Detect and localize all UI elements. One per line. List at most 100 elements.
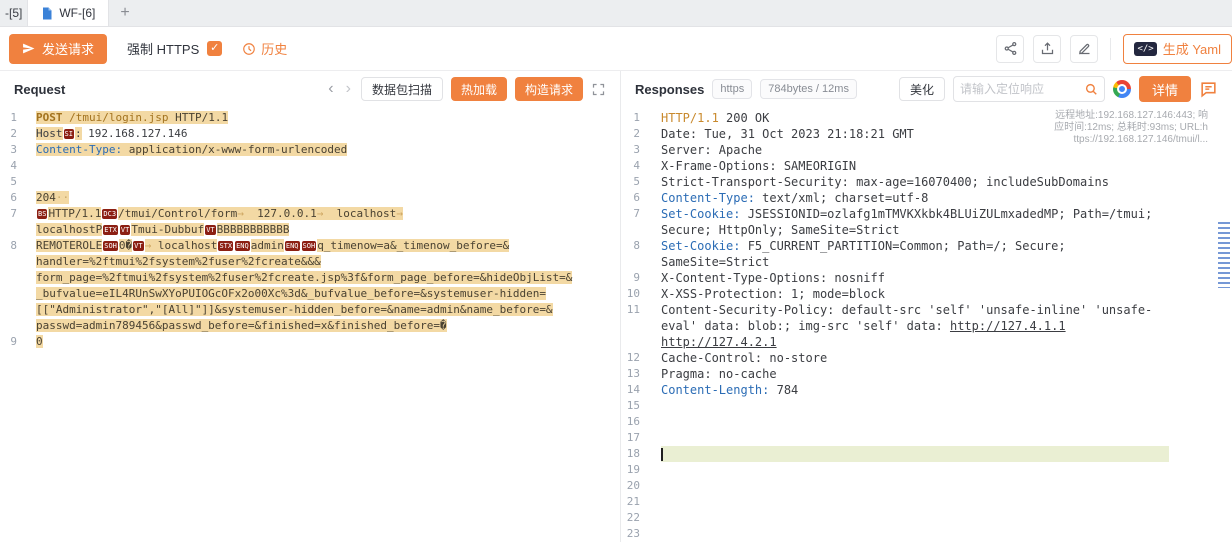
line-number: 2 (0, 126, 36, 142)
code-token: BBBBBBBBBBB (217, 223, 290, 236)
line-number: 21 (621, 494, 661, 510)
line-content: Strict-Transport-Security: max-age=16070… (661, 174, 1169, 190)
line-content: Set-Cookie: JSESSIONID=ozlafg1mTMVKXkbk4… (661, 206, 1169, 238)
code-line[interactable]: 7BSHTTP/1.1DC3/tmui/Control/form→ 127.0.… (0, 206, 620, 238)
code-token: http://127.4.2.1 (661, 335, 777, 349)
stats-badge: 784bytes / 12ms (760, 79, 857, 99)
code-line[interactable]: 16 (621, 414, 1232, 430)
code-token: X-XSS-Protection: 1; mode=block (661, 287, 885, 301)
chevron-right-icon[interactable]: › (344, 81, 353, 97)
packet-scan-button[interactable]: 数据包扫描 (361, 77, 443, 101)
line-content: Pragma: no-cache (661, 366, 1169, 382)
hot-reload-button[interactable]: 热加载 (451, 77, 507, 101)
chrome-icon[interactable] (1113, 80, 1131, 98)
force-https-checkbox[interactable]: ✓ (207, 41, 222, 56)
search-input[interactable] (960, 82, 1079, 96)
control-char-badge: ENQ (235, 241, 250, 251)
code-line[interactable]: 13Pragma: no-cache (621, 366, 1232, 382)
code-token: Cache-Control: no-store (661, 351, 827, 365)
code-line[interactable]: 22 (621, 510, 1232, 526)
code-line[interactable]: 19 (621, 462, 1232, 478)
code-line[interactable]: 8REMOTEROLESOH0�VT→ localhostSTXENQadmin… (0, 238, 620, 334)
response-panel: Responses https 784bytes / 12ms 美化 详情 (621, 71, 1232, 542)
code-line[interactable]: 4X-Frame-Options: SAMEORIGIN (621, 158, 1232, 174)
text-cursor (661, 448, 663, 461)
code-line[interactable]: 11Content-Security-Policy: default-src '… (621, 302, 1232, 350)
beautify-button[interactable]: 美化 (899, 77, 945, 101)
code-line[interactable]: 12Cache-Control: no-store (621, 350, 1232, 366)
tab-char-indicator: → (396, 207, 403, 220)
code-line[interactable]: 90 (0, 334, 620, 350)
code-token: Host (36, 127, 63, 140)
code-token: http://127.4.1.1 (950, 319, 1066, 333)
code-token: /tmui/login.jsp (63, 111, 169, 124)
chevron-left-icon[interactable]: ‹ (326, 81, 335, 97)
code-line[interactable]: 6204·· (0, 190, 620, 206)
edit-button[interactable] (1070, 35, 1098, 63)
add-tab-button[interactable]: + (109, 0, 140, 26)
control-char-badge: ENQ (285, 241, 300, 251)
code-line[interactable]: 10X-XSS-Protection: 1; mode=block (621, 286, 1232, 302)
details-button[interactable]: 详情 (1139, 76, 1191, 102)
code-token: localhost (323, 207, 396, 220)
code-token: Strict-Transport-Security: max-age=16070… (661, 175, 1109, 189)
line-number: 7 (621, 206, 661, 238)
response-title: Responses (635, 82, 704, 97)
code-line[interactable]: 1POST /tmui/login.jsp HTTP/1.1 (0, 110, 620, 126)
force-https-option: 强制 HTTPS ✓ (127, 39, 222, 58)
generate-yaml-button[interactable]: </> 生成 Yaml (1123, 34, 1232, 64)
comment-icon[interactable] (1199, 80, 1218, 99)
fullscreen-icon[interactable] (591, 82, 606, 97)
code-token: /tmui/Control/form (118, 207, 237, 220)
send-request-button[interactable]: 发送请求 (9, 34, 107, 64)
line-content: BSHTTP/1.1DC3/tmui/Control/form→ 127.0.0… (36, 206, 588, 238)
tab-active[interactable]: WF-[6] (27, 0, 109, 26)
code-token: q_timenow=a&_timenow_before=& (317, 239, 509, 252)
code-line[interactable]: 17 (621, 430, 1232, 446)
code-line[interactable]: 5Strict-Transport-Security: max-age=1607… (621, 174, 1232, 190)
code-token (1066, 319, 1073, 333)
code-line[interactable]: 6Content-Type: text/xml; charset=utf-8 (621, 190, 1232, 206)
tab-label: WF-[6] (59, 6, 95, 20)
code-line[interactable]: 14Content-Length: 784 (621, 382, 1232, 398)
code-line[interactable]: 23 (621, 526, 1232, 542)
code-line[interactable]: 4 (0, 158, 620, 174)
code-line[interactable]: 2Date: Tue, 31 Oct 2023 21:18:21 GMT (621, 126, 1232, 142)
line-content: X-XSS-Protection: 1; mode=block (661, 286, 1169, 302)
control-char-badge: ETX (103, 225, 118, 235)
code-line[interactable]: 20 (621, 478, 1232, 494)
code-line[interactable]: 7Set-Cookie: JSESSIONID=ozlafg1mTMVKXkbk… (621, 206, 1232, 238)
line-number: 1 (0, 110, 36, 126)
code-line[interactable]: 3Server: Apache (621, 142, 1232, 158)
search-icon[interactable] (1084, 82, 1098, 96)
line-number: 16 (621, 414, 661, 430)
code-line[interactable]: 2HostSI: 192.168.127.146 (0, 126, 620, 142)
tab-overflow-label[interactable]: -[5] (0, 0, 27, 26)
code-line[interactable]: 15 (621, 398, 1232, 414)
control-char-badge: VT (133, 241, 143, 251)
code-token: Pragma: no-cache (661, 367, 777, 381)
code-line[interactable]: 3Content-Type: application/x-www-form-ur… (0, 142, 620, 158)
minimap[interactable] (1218, 222, 1230, 288)
response-editor[interactable]: 1HTTP/1.1 200 OK2Date: Tue, 31 Oct 2023 … (621, 107, 1232, 542)
code-line[interactable]: 21 (621, 494, 1232, 510)
history-button[interactable]: 历史 (242, 39, 287, 58)
code-token: X-Content-Type-Options: nosniff (661, 271, 885, 285)
code-token: 0� (119, 239, 132, 252)
line-content (661, 462, 1169, 478)
export-button[interactable] (1033, 35, 1061, 63)
line-content (661, 430, 1169, 446)
main-toolbar: 发送请求 强制 HTTPS ✓ 历史 (0, 27, 1232, 71)
app-window: -[5] WF-[6] + 发送请求 强制 HTTPS ✓ 历史 (0, 0, 1232, 542)
construct-request-button[interactable]: 构造请求 (515, 77, 583, 101)
code-line[interactable]: 8Set-Cookie: F5_CURRENT_PARTITION=Common… (621, 238, 1232, 270)
line-number: 9 (621, 270, 661, 286)
request-editor[interactable]: 1POST /tmui/login.jsp HTTP/1.12HostSI: 1… (0, 107, 620, 542)
code-line[interactable]: 18 (621, 446, 1232, 462)
code-line[interactable]: 1HTTP/1.1 200 OK (621, 110, 1232, 126)
line-content: 204·· (36, 190, 588, 206)
code-line[interactable]: 5 (0, 174, 620, 190)
code-line[interactable]: 9X-Content-Type-Options: nosniff (621, 270, 1232, 286)
share-button[interactable] (996, 35, 1024, 63)
line-content: POST /tmui/login.jsp HTTP/1.1 (36, 110, 588, 126)
